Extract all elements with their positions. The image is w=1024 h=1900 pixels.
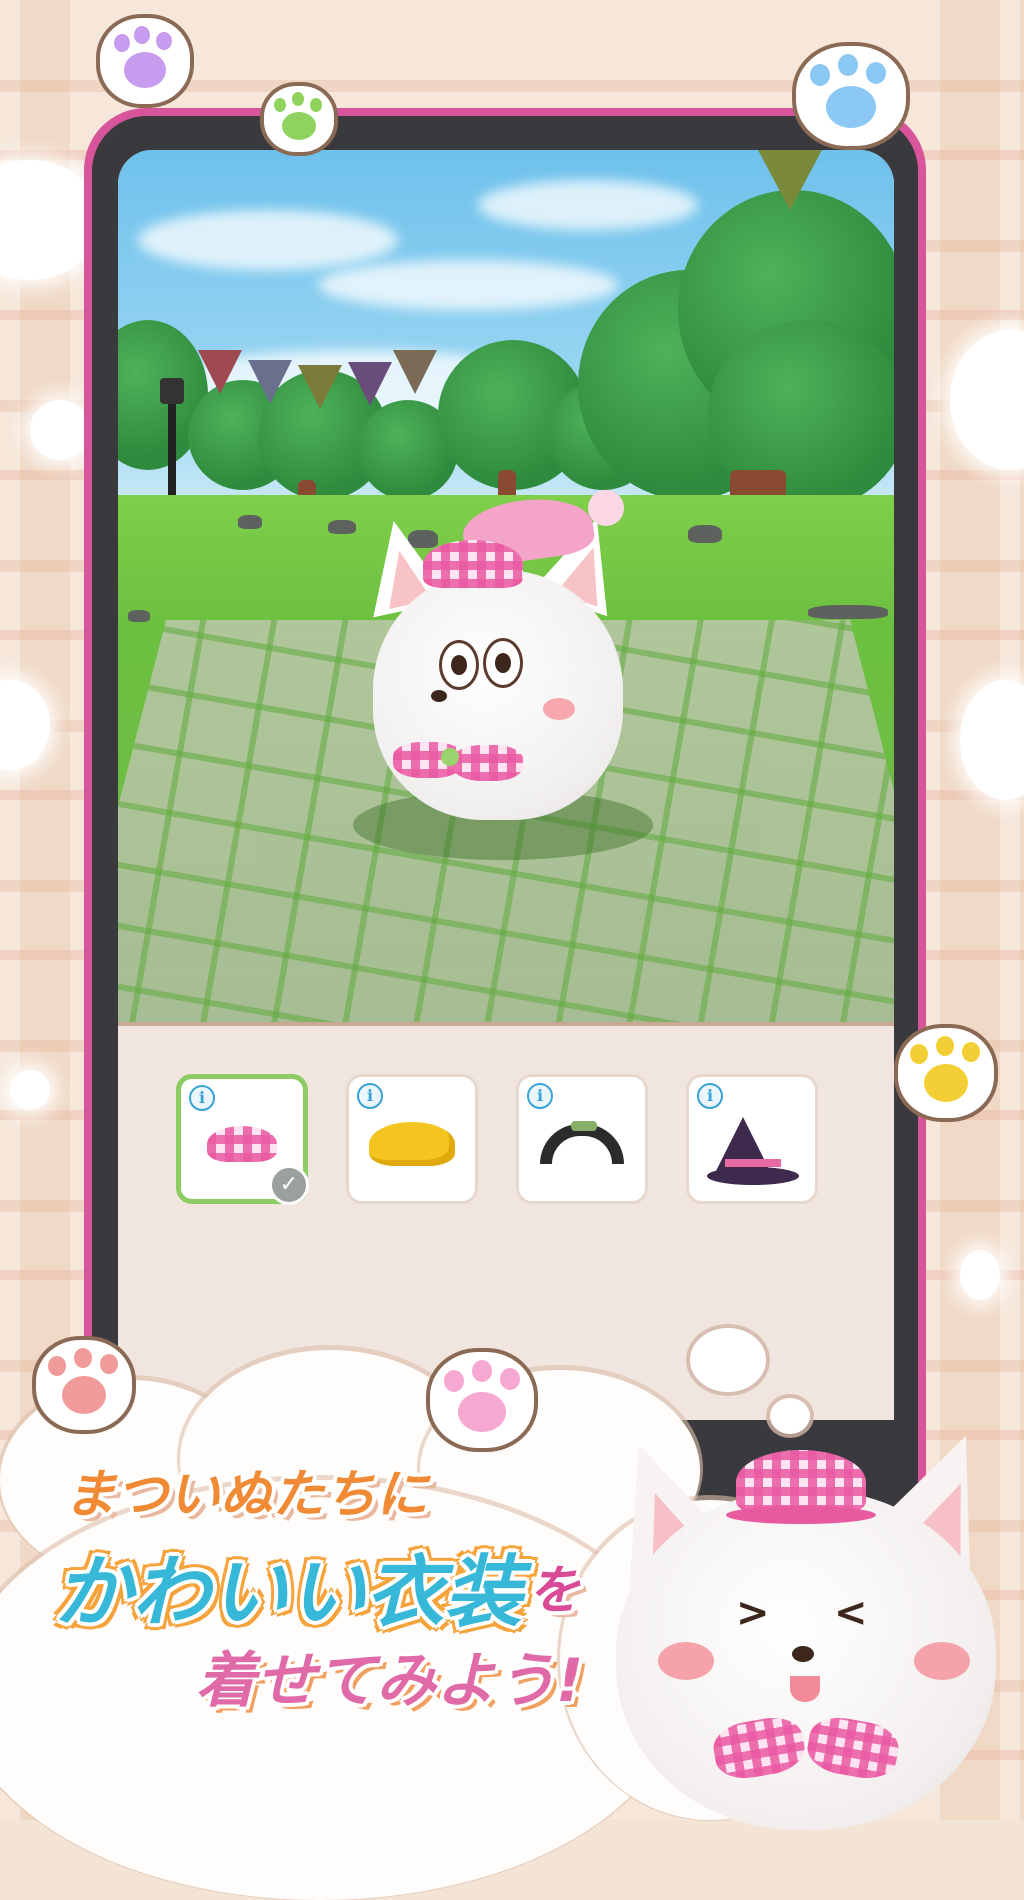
rock (808, 605, 888, 619)
right-cheek (543, 698, 575, 720)
park-scene[interactable] (118, 150, 894, 1022)
mascot-right-cheek (914, 1642, 970, 1680)
cloud (318, 260, 618, 310)
bunting-flag (248, 360, 292, 404)
info-icon[interactable]: i (697, 1083, 723, 1109)
mascot-left-cheek (658, 1642, 714, 1680)
background-fluff (30, 400, 90, 460)
right-eye (483, 638, 523, 688)
character-body (373, 570, 623, 820)
background-fluff (960, 1250, 1000, 1300)
mascot-plaid-cap (736, 1450, 866, 1514)
game-screen: i ✓ i i i (118, 150, 894, 1420)
hair-clip-icon (571, 1121, 597, 1131)
nose (431, 690, 447, 702)
paw-print-icon (264, 86, 334, 152)
yellow-hat-icon (369, 1121, 455, 1166)
mascot-tongue (790, 1676, 820, 1702)
bunting-flag (348, 362, 392, 406)
rock (128, 610, 150, 622)
promo-line-3: 着せてみよう! (196, 1646, 584, 1716)
rock (688, 525, 722, 543)
info-icon[interactable]: i (527, 1083, 553, 1109)
costume-item-yellow-hat[interactable]: i (346, 1074, 478, 1204)
plaid-cap (423, 540, 523, 588)
info-icon[interactable]: i (357, 1083, 383, 1109)
mascot-nose (792, 1646, 814, 1662)
paw-print-icon (100, 18, 190, 104)
thought-bubble (690, 1328, 766, 1392)
plaid-bow (453, 745, 523, 781)
bunting-flag (393, 350, 437, 394)
mascot-closeup: > < (572, 1409, 1024, 1830)
pink-cap-icon (207, 1125, 277, 1162)
paw-print-icon (430, 1352, 534, 1448)
cloud (478, 180, 698, 230)
witch-hat-band (725, 1159, 781, 1167)
mascot-character[interactable] (353, 490, 653, 860)
costume-item-hair-buns[interactable]: i (516, 1074, 648, 1204)
promo-line-2-particle: を (528, 1561, 581, 1621)
paw-print-icon (36, 1340, 132, 1430)
info-icon[interactable]: i (189, 1085, 215, 1111)
bow-bead (441, 748, 459, 766)
rock (238, 515, 262, 529)
paw-print-icon (898, 1028, 994, 1118)
mascot-squint-eye-right: < (834, 1590, 868, 1636)
bunting-flag (198, 350, 242, 394)
witch-hat-brim (707, 1167, 799, 1185)
paw-print-icon (796, 46, 906, 146)
checkmark-icon: ✓ (269, 1165, 309, 1205)
rock (328, 520, 356, 534)
mascot-cap-brim (726, 1506, 876, 1524)
pompom (588, 490, 624, 526)
costume-item-pink-cap[interactable]: i ✓ (176, 1074, 309, 1205)
lamp-post (160, 378, 184, 510)
triangle-marker-icon (758, 150, 822, 210)
cloud (138, 210, 398, 270)
bunting-flag (298, 365, 342, 409)
promo-line-2-highlight: かわいい衣装 (54, 1548, 523, 1638)
background-fluff (10, 1070, 50, 1110)
promo-line-1: まついぬたちに (64, 1465, 429, 1525)
left-eye (439, 640, 479, 690)
mascot-squint-eye-left: > (736, 1590, 770, 1636)
costume-item-witch-hat[interactable]: i (686, 1074, 818, 1204)
